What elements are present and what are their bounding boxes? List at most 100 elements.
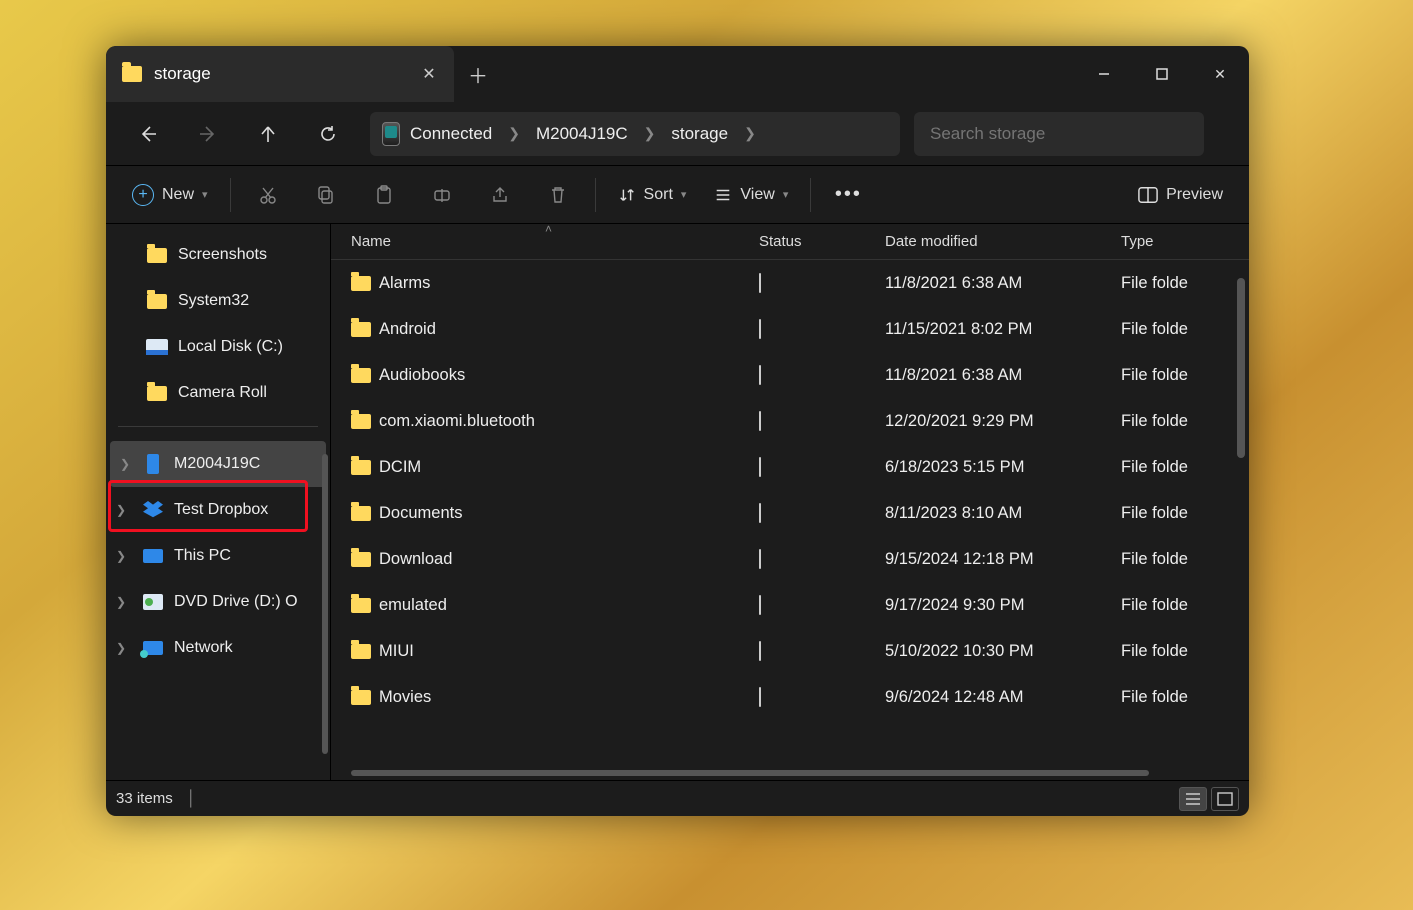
cut-button[interactable] bbox=[241, 175, 295, 215]
forward-button[interactable] bbox=[180, 112, 236, 156]
file-row[interactable]: com.xiaomi.bluetooth12/20/2021 9:29 PMFi… bbox=[331, 398, 1249, 444]
sidebar-item-label: Local Disk (C:) bbox=[178, 338, 283, 356]
folder-icon bbox=[351, 276, 371, 291]
command-bar: + New ▾ Sort ▾ View ▾ ••• Preview bbox=[106, 166, 1249, 224]
file-row[interactable]: emulated9/17/2024 9:30 PMFile folde bbox=[331, 582, 1249, 628]
file-type: File folde bbox=[1121, 504, 1249, 523]
search-box[interactable] bbox=[914, 112, 1204, 156]
column-header-type[interactable]: Type bbox=[1121, 233, 1249, 250]
chevron-right-icon[interactable]: ❯ bbox=[116, 549, 126, 563]
disc-icon bbox=[143, 594, 163, 610]
more-button[interactable]: ••• bbox=[821, 175, 875, 215]
file-type: File folde bbox=[1121, 274, 1249, 293]
view-label: View bbox=[740, 186, 774, 204]
delete-button[interactable] bbox=[531, 175, 585, 215]
breadcrumb-segment[interactable]: M2004J19C bbox=[536, 124, 628, 144]
file-type: File folde bbox=[1121, 596, 1249, 615]
details-view-button[interactable] bbox=[1179, 787, 1207, 811]
address-bar[interactable]: Connected ❯ M2004J19C ❯ storage ❯ bbox=[370, 112, 900, 156]
new-button[interactable]: + New ▾ bbox=[120, 175, 220, 215]
preview-label: Preview bbox=[1166, 186, 1223, 204]
annotation-highlight bbox=[108, 480, 308, 532]
view-button[interactable]: View ▾ bbox=[702, 175, 800, 215]
sidebar-item-label: Camera Roll bbox=[178, 384, 267, 402]
sidebar-item-network[interactable]: ❯ Network bbox=[106, 625, 330, 671]
refresh-button[interactable] bbox=[300, 112, 356, 156]
file-row[interactable]: Android11/15/2021 8:02 PMFile folde bbox=[331, 306, 1249, 352]
sidebar-item-label: System32 bbox=[178, 292, 249, 310]
device-status-icon bbox=[759, 549, 761, 569]
sidebar-scrollbar[interactable] bbox=[322, 454, 328, 754]
copy-button[interactable] bbox=[299, 175, 353, 215]
column-header-date[interactable]: Date modified bbox=[885, 233, 1121, 250]
file-status bbox=[759, 596, 885, 615]
file-type: File folde bbox=[1121, 412, 1249, 431]
file-name: Download bbox=[379, 550, 759, 569]
share-button[interactable] bbox=[473, 175, 527, 215]
sidebar-item-screenshots[interactable]: Screenshots bbox=[106, 232, 330, 278]
file-date: 12/20/2021 9:29 PM bbox=[885, 412, 1121, 431]
item-count: 33 items bbox=[116, 790, 173, 807]
sidebar-item-system32[interactable]: System32 bbox=[106, 278, 330, 324]
chevron-right-icon[interactable]: ❯ bbox=[502, 125, 526, 142]
file-row[interactable]: Documents8/11/2023 8:10 AMFile folde bbox=[331, 490, 1249, 536]
minimize-button[interactable] bbox=[1075, 46, 1133, 102]
vertical-scrollbar[interactable] bbox=[1237, 278, 1245, 458]
file-status bbox=[759, 504, 885, 523]
sidebar-item-camera-roll[interactable]: Camera Roll bbox=[106, 370, 330, 416]
file-type: File folde bbox=[1121, 458, 1249, 477]
folder-icon bbox=[351, 506, 371, 521]
folder-icon bbox=[351, 414, 371, 429]
file-row[interactable]: Audiobooks11/8/2021 6:38 AMFile folde bbox=[331, 352, 1249, 398]
sidebar-item-label: This PC bbox=[174, 547, 231, 565]
sidebar-item-local-disk[interactable]: Local Disk (C:) bbox=[106, 324, 330, 370]
file-status bbox=[759, 458, 885, 477]
file-row[interactable]: DCIM6/18/2023 5:15 PMFile folde bbox=[331, 444, 1249, 490]
disk-icon bbox=[146, 339, 168, 355]
file-name: MIUI bbox=[379, 642, 759, 661]
up-button[interactable] bbox=[240, 112, 296, 156]
file-row[interactable]: MIUI5/10/2022 10:30 PMFile folde bbox=[331, 628, 1249, 674]
horizontal-scrollbar[interactable] bbox=[351, 770, 1149, 776]
file-date: 9/15/2024 12:18 PM bbox=[885, 550, 1121, 569]
file-name: Android bbox=[379, 320, 759, 339]
file-date: 5/10/2022 10:30 PM bbox=[885, 642, 1121, 661]
column-header-name[interactable]: Name bbox=[351, 233, 759, 250]
breadcrumb-segment[interactable]: storage bbox=[671, 124, 728, 144]
thumbnails-view-button[interactable] bbox=[1211, 787, 1239, 811]
breadcrumb-segment[interactable]: Connected bbox=[410, 124, 492, 144]
column-header-status[interactable]: Status bbox=[759, 233, 885, 250]
chevron-right-icon[interactable]: ❯ bbox=[638, 125, 662, 142]
folder-icon bbox=[351, 690, 371, 705]
maximize-button[interactable] bbox=[1133, 46, 1191, 102]
chevron-right-icon[interactable]: ❯ bbox=[116, 641, 126, 655]
new-tab-button[interactable]: ＋ bbox=[454, 46, 502, 102]
back-button[interactable] bbox=[120, 112, 176, 156]
sort-label: Sort bbox=[644, 186, 673, 204]
file-row[interactable]: Movies9/6/2024 12:48 AMFile folde bbox=[331, 674, 1249, 720]
close-window-button[interactable]: ✕ bbox=[1191, 46, 1249, 102]
file-date: 9/17/2024 9:30 PM bbox=[885, 596, 1121, 615]
preview-button[interactable]: Preview bbox=[1126, 175, 1235, 215]
file-row[interactable]: Alarms11/8/2021 6:38 AMFile folde bbox=[331, 260, 1249, 306]
file-row[interactable]: Download9/15/2024 12:18 PMFile folde bbox=[331, 536, 1249, 582]
search-input[interactable] bbox=[930, 124, 1188, 144]
tab-close-button[interactable]: ✕ bbox=[420, 65, 438, 83]
sort-button[interactable]: Sort ▾ bbox=[606, 175, 699, 215]
sidebar-item-dvd-drive[interactable]: ❯DVD Drive (D:) O bbox=[106, 579, 330, 625]
sidebar-item-this-pc[interactable]: ❯ This PC bbox=[106, 533, 330, 579]
sidebar-item-label: Network bbox=[174, 639, 233, 657]
rename-button[interactable] bbox=[415, 175, 469, 215]
file-status bbox=[759, 366, 885, 385]
sidebar-item-label: M2004J19C bbox=[174, 455, 260, 473]
chevron-right-icon[interactable]: ❯ bbox=[116, 595, 126, 609]
file-type: File folde bbox=[1121, 366, 1249, 385]
file-status bbox=[759, 550, 885, 569]
sidebar-item-label: Screenshots bbox=[178, 246, 267, 264]
paste-button[interactable] bbox=[357, 175, 411, 215]
chevron-right-icon[interactable]: ❯ bbox=[120, 457, 130, 471]
file-status bbox=[759, 642, 885, 661]
chevron-right-icon[interactable]: ❯ bbox=[738, 125, 762, 142]
window-tab[interactable]: storage ✕ bbox=[106, 46, 454, 102]
folder-icon bbox=[351, 368, 371, 383]
